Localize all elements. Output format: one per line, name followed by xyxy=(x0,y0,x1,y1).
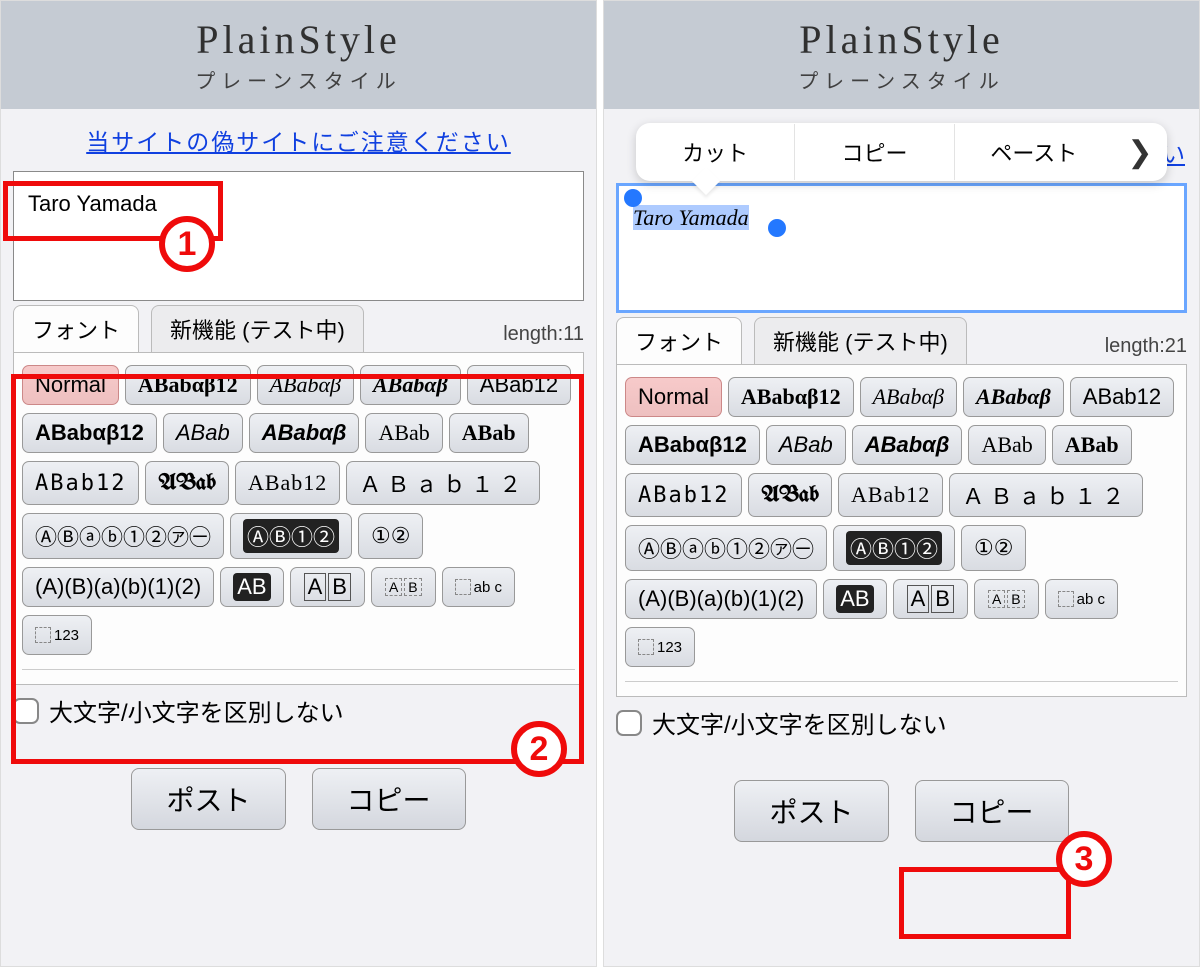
tabs-row: フォント 新機能 (テスト中) length:11 xyxy=(1,305,584,352)
fake-site-warning-link[interactable]: 当サイトの偽サイトにご注意ください xyxy=(1,109,596,171)
context-copy[interactable]: コピー xyxy=(795,124,954,180)
font-mono-button[interactable]: ABab12 xyxy=(625,473,742,517)
font-sans-button[interactable]: ABab12 xyxy=(467,365,571,405)
right-panel: PlainStyle プレーンスタイル さい カット コピー ペースト ❯ Ta… xyxy=(603,0,1200,967)
text-input-wrap: Taro Yamada xyxy=(616,183,1187,313)
text-input[interactable]: Taro Yamada xyxy=(616,183,1187,313)
font-serif-bold-italic-button[interactable]: ABabαβ xyxy=(360,365,461,405)
font-normal-button[interactable]: Normal xyxy=(22,365,119,405)
text-input[interactable]: Taro Yamada xyxy=(13,171,584,301)
font-fraktur-button[interactable]: ABab xyxy=(748,473,831,517)
annotation-badge-2: 2 xyxy=(511,721,567,777)
case-insensitive-label: 大文字/小文字を区別しない xyxy=(652,705,947,740)
font-serif-italic-button[interactable]: ABabαβ xyxy=(257,365,354,405)
app-subtitle: プレーンスタイル xyxy=(1,65,596,94)
post-button[interactable]: ポスト xyxy=(131,768,285,830)
font-sans-bold-button[interactable]: ABabαβ12 xyxy=(625,425,760,465)
context-paste[interactable]: ペースト xyxy=(955,124,1113,180)
app-subtitle: プレーンスタイル xyxy=(604,65,1199,94)
tab-font[interactable]: フォント xyxy=(13,305,139,352)
text-input-wrap: Taro Yamada xyxy=(13,171,584,301)
font-serif-bold-italic-button[interactable]: ABabαβ xyxy=(963,377,1064,417)
length-label: length:21 xyxy=(1105,335,1187,364)
font-normal-button[interactable]: Normal xyxy=(625,377,722,417)
font-grid: Normal ABabαβ12 ABabαβ ABabαβ ABab12 ABa… xyxy=(13,352,584,685)
copy-button[interactable]: コピー xyxy=(312,768,466,830)
left-panel: PlainStyle プレーンスタイル 当サイトの偽サイトにご注意ください Ta… xyxy=(0,0,597,967)
separator xyxy=(22,669,575,670)
font-fullwidth-button[interactable]: ＡＢａｂ１２ xyxy=(949,473,1143,517)
font-serif-bold-button[interactable]: ABabαβ12 xyxy=(125,365,251,405)
font-neg-squared-button[interactable]: AB xyxy=(220,567,283,607)
font-sans-italic-button[interactable]: ABab xyxy=(766,425,846,465)
header: PlainStyle プレーンスタイル xyxy=(1,1,596,109)
copy-button[interactable]: コピー xyxy=(915,780,1069,842)
font-sans-bold-italic-button[interactable]: ABabαβ xyxy=(249,413,360,453)
font-neg-circled-button[interactable]: ⒶⒷ①② xyxy=(833,525,955,571)
font-subscript-button[interactable]: 123 xyxy=(22,615,92,655)
case-insensitive-checkbox[interactable] xyxy=(616,710,642,736)
font-double-struck-button[interactable]: ABab12 xyxy=(838,473,943,517)
font-regional-button[interactable]: AB xyxy=(371,567,436,607)
header: PlainStyle プレーンスタイル xyxy=(604,1,1199,109)
font-double-circled-button[interactable]: ①② xyxy=(358,513,423,559)
font-neg-circled-button[interactable]: ⒶⒷ①② xyxy=(230,513,352,559)
font-paren-button[interactable]: (A)(B)(a)(b)(1)(2) xyxy=(625,579,817,619)
app-title: PlainStyle xyxy=(1,16,596,63)
action-row: ポスト コピー xyxy=(604,780,1199,842)
font-regional-button[interactable]: AB xyxy=(974,579,1039,619)
font-double-struck-button[interactable]: ABab12 xyxy=(235,461,340,505)
tab-font[interactable]: フォント xyxy=(616,317,742,364)
font-sans-bold-button[interactable]: ABabαβ12 xyxy=(22,413,157,453)
app-title: PlainStyle xyxy=(604,16,1199,63)
context-more-icon[interactable]: ❯ xyxy=(1113,135,1167,170)
font-circled-button[interactable]: ⒶⒷⓐⓑ①②㋐㊀ xyxy=(22,513,224,559)
annotation-box-3 xyxy=(899,867,1071,939)
case-insensitive-row[interactable]: 大文字/小文字を区別しない xyxy=(13,693,584,728)
font-fullwidth-button[interactable]: ＡＢａｂ１２ xyxy=(346,461,540,505)
case-insensitive-label: 大文字/小文字を区別しない xyxy=(49,693,344,728)
selection-handle-start[interactable] xyxy=(624,189,642,207)
separator xyxy=(625,681,1178,682)
font-grid: Normal ABabαβ12 ABabαβ ABabαβ ABab12 ABa… xyxy=(616,364,1187,697)
font-mono-button[interactable]: ABab12 xyxy=(22,461,139,505)
context-menu: カット コピー ペースト ❯ xyxy=(636,123,1167,181)
case-insensitive-checkbox[interactable] xyxy=(13,698,39,724)
font-serif-bold-button[interactable]: ABabαβ12 xyxy=(728,377,854,417)
font-circled-button[interactable]: ⒶⒷⓐⓑ①②㋐㊀ xyxy=(625,525,827,571)
font-subscript-button[interactable]: 123 xyxy=(625,627,695,667)
font-superscript-button[interactable]: ab c xyxy=(1045,579,1118,619)
action-row: ポスト コピー xyxy=(1,768,596,830)
case-insensitive-row[interactable]: 大文字/小文字を区別しない xyxy=(616,705,1187,740)
font-script-bold-button[interactable]: ABab xyxy=(1052,425,1132,465)
annotation-badge-1: 1 xyxy=(159,216,215,272)
font-script-bold-button[interactable]: ABab xyxy=(449,413,529,453)
selected-text: Taro Yamada xyxy=(633,205,749,230)
font-squared-button[interactable]: AB xyxy=(893,579,968,619)
font-squared-button[interactable]: AB xyxy=(290,567,365,607)
text-input-value: Taro Yamada xyxy=(28,191,157,216)
font-double-circled-button[interactable]: ①② xyxy=(961,525,1026,571)
tab-new-feature[interactable]: 新機能 (テスト中) xyxy=(754,317,967,364)
font-neg-squared-button[interactable]: AB xyxy=(823,579,886,619)
font-script-button[interactable]: ABab xyxy=(968,425,1045,465)
font-script-button[interactable]: ABab xyxy=(365,413,442,453)
tabs-row: フォント 新機能 (テスト中) length:21 xyxy=(604,317,1187,364)
font-serif-italic-button[interactable]: ABabαβ xyxy=(860,377,957,417)
tab-new-feature[interactable]: 新機能 (テスト中) xyxy=(151,305,364,352)
font-sans-bold-italic-button[interactable]: ABabαβ xyxy=(852,425,963,465)
length-label: length:11 xyxy=(503,323,584,352)
context-cut[interactable]: カット xyxy=(636,124,795,180)
selection-handle-end[interactable] xyxy=(768,219,786,237)
font-paren-button[interactable]: (A)(B)(a)(b)(1)(2) xyxy=(22,567,214,607)
post-button[interactable]: ポスト xyxy=(734,780,888,842)
font-sans-italic-button[interactable]: ABab xyxy=(163,413,243,453)
font-sans-button[interactable]: ABab12 xyxy=(1070,377,1174,417)
font-fraktur-button[interactable]: ABab xyxy=(145,461,228,505)
annotation-badge-3: 3 xyxy=(1056,831,1112,887)
font-superscript-button[interactable]: ab c xyxy=(442,567,515,607)
